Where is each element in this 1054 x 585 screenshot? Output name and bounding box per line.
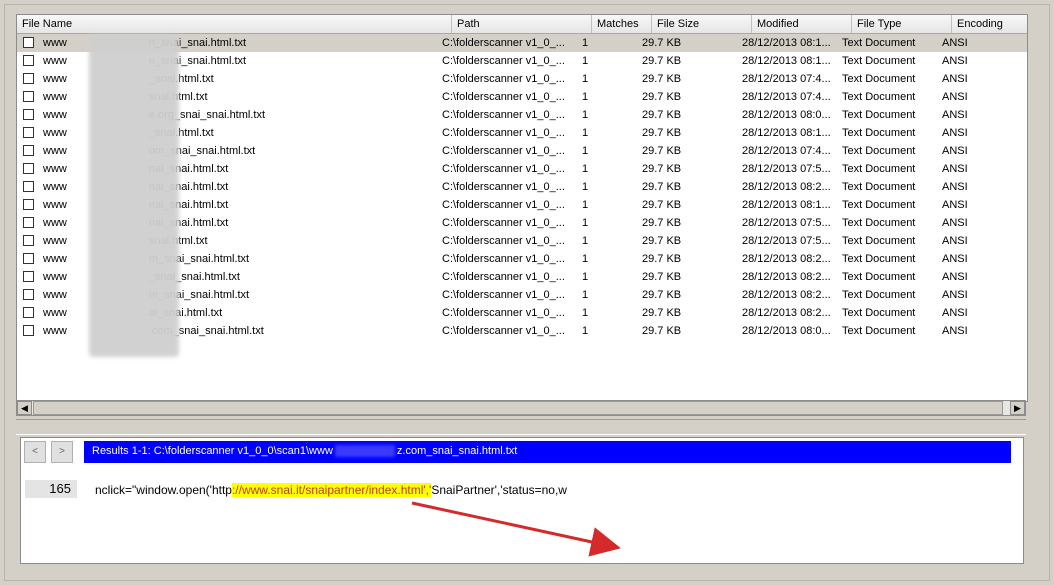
annotation-arrow-icon: [411, 501, 621, 557]
